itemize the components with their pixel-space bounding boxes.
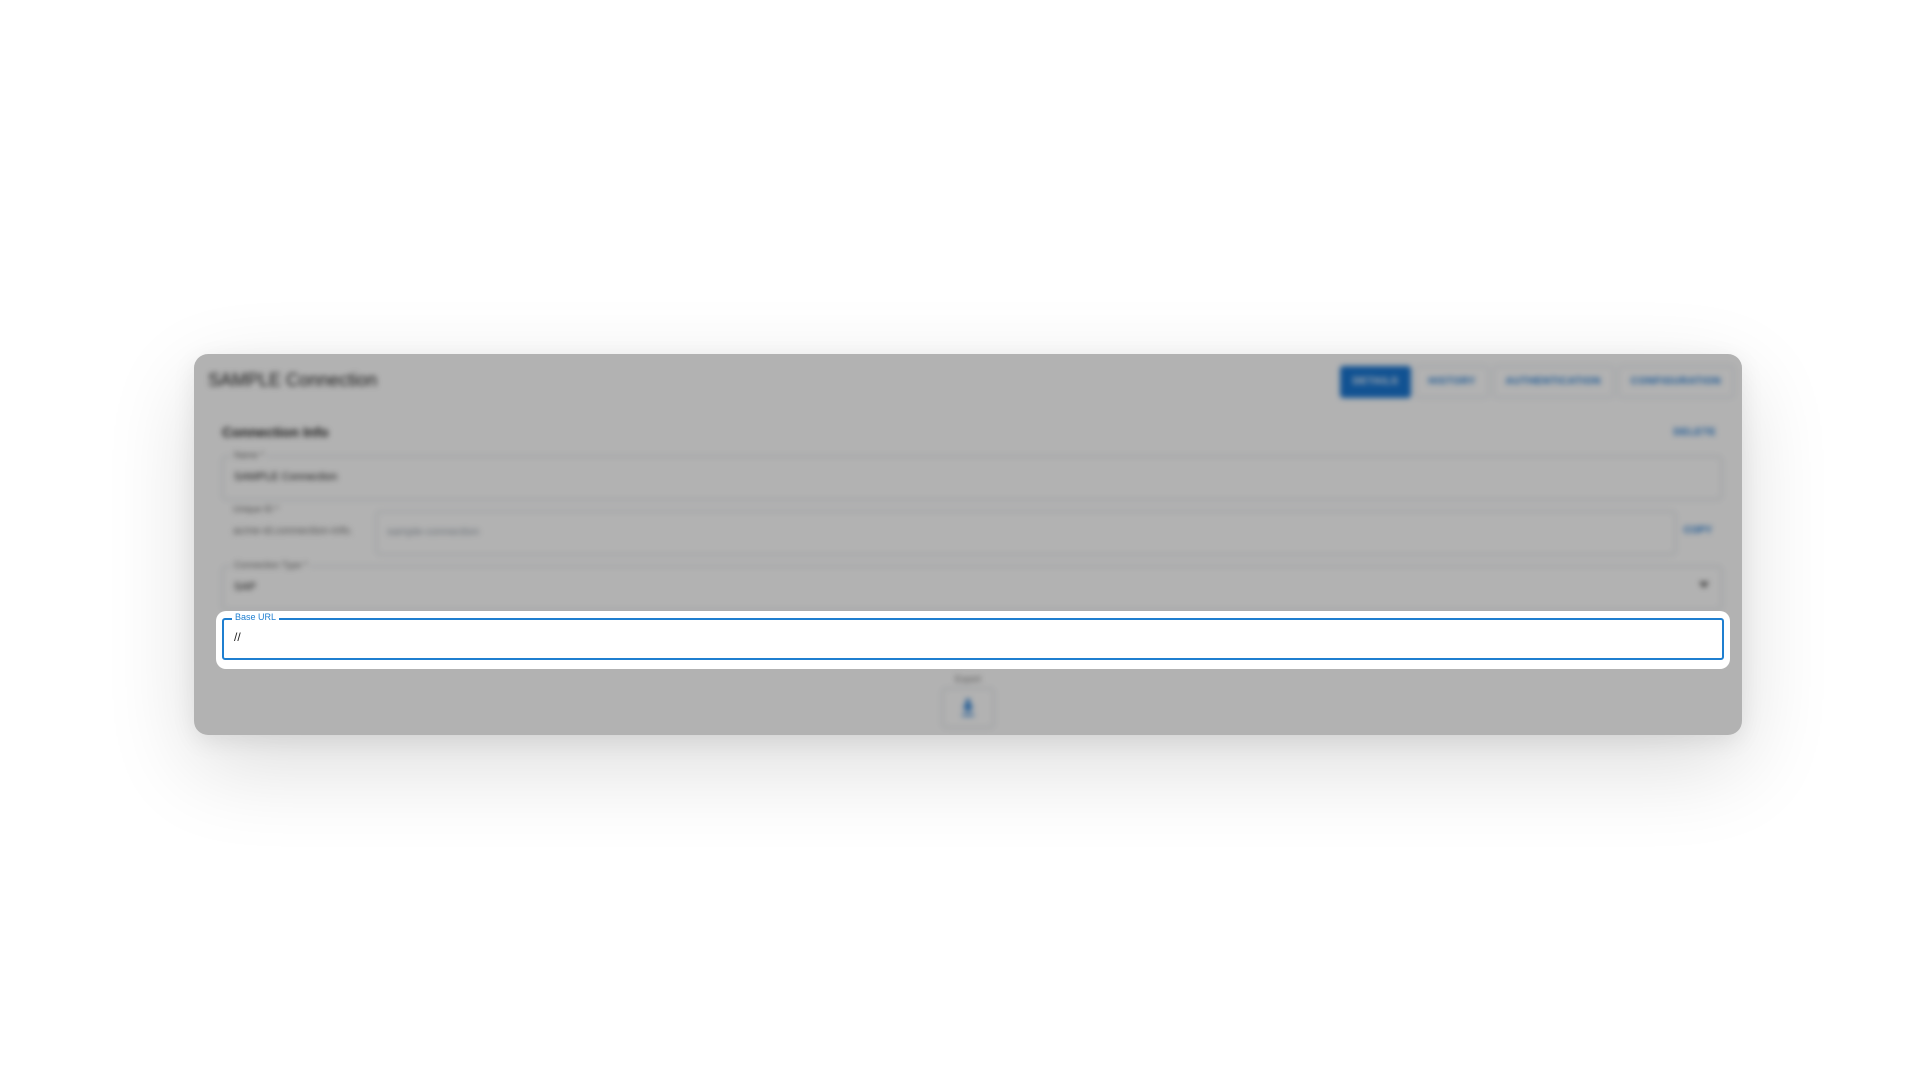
connection-type-label: Connection Type * bbox=[231, 560, 311, 570]
download-icon bbox=[962, 699, 974, 716]
name-field-value: SAMPLE Connection bbox=[234, 471, 338, 483]
section-title: Connection Info bbox=[222, 424, 329, 440]
name-field[interactable]: Name * SAMPLE Connection bbox=[222, 450, 1722, 500]
export-label: Export bbox=[954, 674, 981, 684]
connection-dialog: SAMPLE Connection DETAILS HISTORY AUTHEN… bbox=[194, 354, 1742, 735]
base-url-highlight: Base URL bbox=[216, 611, 1730, 669]
name-field-label: Name * bbox=[231, 450, 268, 460]
delete-button[interactable]: DELETE bbox=[1674, 427, 1716, 438]
export-button[interactable] bbox=[942, 688, 994, 728]
screen: SAMPLE Connection DETAILS HISTORY AUTHEN… bbox=[0, 0, 1920, 1080]
connection-type-select[interactable]: Connection Type * SAP bbox=[222, 560, 1722, 610]
unique-id-prefix: acme-id.connection-info. bbox=[233, 525, 353, 537]
export-area: Export bbox=[194, 674, 1742, 733]
chevron-down-icon bbox=[1699, 582, 1709, 588]
dialog-content-blurred: SAMPLE Connection DETAILS HISTORY AUTHEN… bbox=[194, 354, 1742, 735]
tab-history[interactable]: HISTORY bbox=[1415, 366, 1489, 398]
tab-details[interactable]: DETAILS bbox=[1339, 366, 1412, 398]
unique-id-placeholder: sample-connection bbox=[387, 526, 480, 538]
tab-authentication[interactable]: AUTHENTICATION bbox=[1492, 366, 1614, 398]
connection-type-value: SAP bbox=[234, 581, 257, 593]
unique-id-input[interactable]: sample-connection bbox=[376, 511, 1676, 555]
tab-bar: DETAILS HISTORY AUTHENTICATION CONFIGURA… bbox=[1339, 366, 1734, 398]
unique-id-row: Unique ID * acme-id.connection-info. sam… bbox=[222, 504, 1722, 555]
copy-button[interactable]: COPY bbox=[1684, 525, 1712, 536]
tab-configuration[interactable]: CONFIGURATION bbox=[1617, 366, 1734, 398]
base-url-field[interactable]: Base URL bbox=[222, 612, 1724, 660]
base-url-label: Base URL bbox=[232, 612, 280, 622]
base-url-input[interactable] bbox=[234, 630, 1583, 644]
dialog-title: SAMPLE Connection bbox=[208, 370, 378, 390]
unique-id-label: Unique ID * bbox=[233, 504, 280, 514]
